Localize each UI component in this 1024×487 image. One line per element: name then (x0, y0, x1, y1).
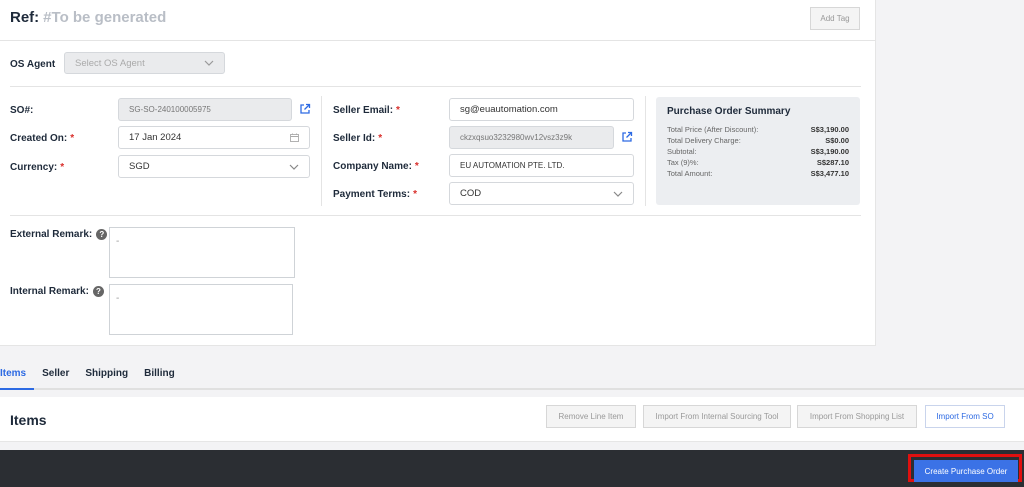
order-form-card: Ref: #To be generated Add Tag OS Agent Se… (0, 0, 876, 346)
required-mark: * (414, 161, 419, 172)
company-name-field[interactable]: EU AUTOMATION PTE. LTD. (449, 154, 634, 177)
os-agent-placeholder: Select OS Agent (75, 57, 145, 69)
summary-row: Total Price (After Discount): S$3,190.00 (667, 124, 849, 135)
required-mark: * (70, 133, 75, 144)
create-purchase-order-button[interactable]: Create Purchase Order (914, 460, 1018, 482)
summary-title: Purchase Order Summary (667, 106, 791, 117)
currency-select[interactable]: SGD (118, 155, 310, 178)
column-divider (321, 96, 322, 206)
summary-row: Tax (9)%: S$287.10 (667, 157, 849, 168)
purchase-order-summary: Purchase Order Summary Total Price (Afte… (656, 97, 860, 205)
internal-remark-label: Internal Remark: ? (10, 286, 104, 297)
summary-row: Total Delivery Charge: S$0.00 (667, 135, 849, 146)
os-agent-select[interactable]: Select OS Agent (64, 52, 225, 74)
items-title: Items (10, 412, 47, 428)
divider (10, 215, 861, 216)
seller-email-field[interactable]: sg@euautomation.com (449, 98, 634, 121)
so-label: SO#: (10, 105, 34, 116)
seller-id-field: ckzxqsuo3232980wv12vsz3z9k (449, 126, 614, 149)
currency-text: Currency: (10, 162, 58, 173)
import-internal-sourcing-button[interactable]: Import From Internal Sourcing Tool (643, 405, 791, 428)
chevron-down-icon (613, 189, 623, 199)
tab-bar: Items Seller Shipping Billing (0, 362, 1024, 390)
summary-row-label: Tax (9)%: (667, 158, 699, 167)
summary-row: Total Amount: S$3,477.10 (667, 168, 849, 179)
calendar-icon (289, 133, 299, 143)
internal-remark-text: Internal Remark: (10, 286, 89, 297)
tab-seller[interactable]: Seller (42, 362, 77, 390)
payment-terms-select[interactable]: COD (449, 182, 634, 205)
tab-items[interactable]: Items (0, 362, 35, 390)
created-on-label: Created On: * (10, 133, 74, 144)
add-tag-button[interactable]: Add Tag (810, 7, 860, 30)
footer-bar (0, 450, 1024, 487)
required-mark: * (413, 189, 417, 200)
seller-id-label: Seller Id: * (333, 133, 382, 144)
seller-id-value: ckzxqsuo3232980wv12vsz3z9k (460, 133, 573, 142)
required-mark: * (396, 105, 400, 116)
required-mark: * (378, 133, 383, 144)
currency-value: SGD (129, 161, 150, 172)
seller-email-label: Seller Email: * (333, 105, 400, 116)
summary-row-label: Total Delivery Charge: (667, 136, 741, 145)
tab-billing[interactable]: Billing (144, 362, 183, 390)
internal-remark-textarea[interactable]: - (109, 284, 293, 335)
external-remark-text: External Remark: (10, 229, 93, 240)
items-section: Items Remove Line Item Import From Inter… (0, 397, 1024, 442)
ref-value: #To be generated (43, 9, 167, 26)
summary-row-label: Subtotal: (667, 147, 697, 156)
summary-row-value: S$3,190.00 (810, 147, 849, 156)
chevron-down-icon (204, 58, 214, 68)
external-link-icon[interactable] (621, 131, 633, 143)
divider (10, 86, 861, 87)
ref-heading: Ref: #To be generated (10, 9, 166, 26)
created-on-value: 17 Jan 2024 (129, 132, 182, 143)
tab-shipping[interactable]: Shipping (85, 362, 136, 390)
import-from-so-button[interactable]: Import From SO (925, 405, 1005, 428)
import-shopping-list-button[interactable]: Import From Shopping List (797, 405, 917, 428)
so-field: SG-SO-240100005975 (118, 98, 292, 121)
external-remark-label: External Remark: ? (10, 229, 108, 240)
divider (0, 40, 876, 41)
currency-label: Currency: * (10, 162, 64, 173)
external-link-icon[interactable] (299, 103, 311, 115)
summary-row-value: S$3,477.10 (810, 169, 849, 178)
os-agent-label: OS Agent (10, 59, 56, 70)
created-on-text: Created On: (10, 133, 68, 144)
seller-id-text: Seller Id: (333, 133, 376, 144)
summary-row-value: S$287.10 (816, 158, 849, 167)
payment-terms-label: Payment Terms: * (333, 189, 417, 200)
summary-row-label: Total Price (After Discount): (667, 125, 759, 134)
summary-row-value: S$0.00 (825, 136, 849, 145)
company-name-text: Company Name: (333, 161, 412, 172)
payment-terms-value: COD (460, 188, 482, 199)
remove-line-item-button[interactable]: Remove Line Item (546, 405, 636, 428)
required-mark: * (60, 162, 65, 173)
summary-row: Subtotal: S$3,190.00 (667, 146, 849, 157)
summary-row-value: S$3,190.00 (810, 125, 849, 134)
external-remark-textarea[interactable]: - (109, 227, 295, 278)
payment-terms-text: Payment Terms: (333, 189, 411, 200)
company-name-value: EU AUTOMATION PTE. LTD. (460, 161, 565, 170)
created-on-field[interactable]: 17 Jan 2024 (118, 126, 310, 149)
so-value: SG-SO-240100005975 (129, 105, 211, 114)
help-icon[interactable]: ? (96, 229, 108, 240)
help-icon[interactable]: ? (92, 286, 104, 297)
chevron-down-icon (289, 162, 299, 172)
summary-row-label: Total Amount: (667, 169, 713, 178)
seller-email-value: sg@euautomation.com (460, 104, 558, 115)
column-divider (645, 96, 646, 206)
ref-label: Ref: (10, 9, 40, 26)
seller-email-text: Seller Email: (333, 105, 394, 116)
company-name-label: Company Name: * (333, 161, 419, 172)
